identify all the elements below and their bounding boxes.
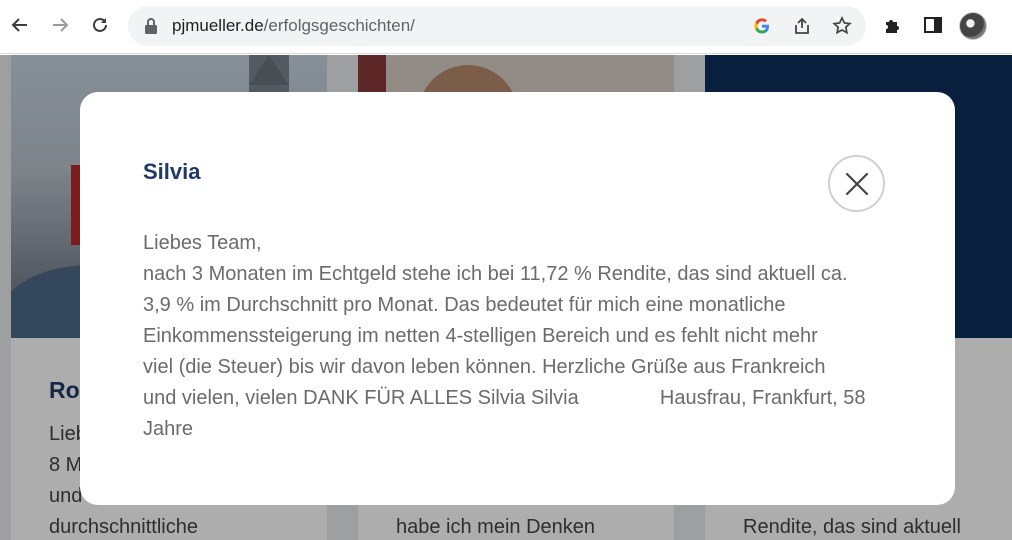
close-icon — [845, 172, 868, 195]
modal-text-segment: und vielen, vielen DANK FÜR ALLES Silvia… — [143, 387, 579, 409]
modal-text-line: Liebes Team, — [143, 232, 262, 254]
modal-text-line: Jahre — [143, 418, 194, 440]
lock-icon[interactable] — [144, 17, 158, 35]
redaction-block — [584, 388, 655, 409]
google-icon[interactable] — [752, 16, 772, 36]
testimonial-modal: Silvia Liebes Team, nach 3 Monaten im Ec… — [80, 92, 955, 505]
star-icon[interactable] — [832, 16, 852, 36]
modal-text-line: nach 3 Monaten im Echtgeld stehe ich bei… — [143, 263, 848, 285]
modal-text-line: und vielen, vielen DANK FÜR ALLES Silvia… — [143, 383, 903, 414]
side-panel-icon[interactable] — [922, 14, 944, 36]
modal-text-line: 3,9 % im Durchschnitt pro Monat. Das bed… — [143, 294, 786, 316]
modal-text-line: viel (die Steuer) bis wir davon leben kö… — [143, 356, 826, 378]
close-button[interactable] — [828, 155, 885, 212]
url-text[interactable]: pjmueller.de/erfolgsgeschichten/ — [172, 16, 415, 36]
modal-text-segment: Hausfrau, Frankfurt, 58 — [659, 387, 866, 409]
extensions-icon[interactable] — [882, 14, 904, 36]
back-arrow-icon[interactable] — [6, 11, 34, 39]
modal-text-line: Einkommenssteigerung im netten 4-stellig… — [143, 325, 818, 347]
browser-toolbar: pjmueller.de/erfolgsgeschichten/ ⋮ — [0, 0, 1012, 54]
profile-avatar[interactable] — [959, 12, 987, 40]
reload-icon[interactable] — [86, 11, 114, 39]
share-icon[interactable] — [792, 16, 812, 36]
modal-title: Silvia — [143, 159, 201, 184]
modal-body: Liebes Team, nach 3 Monaten im Echtgeld … — [143, 228, 903, 445]
forward-arrow-icon[interactable] — [46, 11, 74, 39]
menu-icon[interactable]: ⋮ — [1004, 16, 1012, 36]
address-bar[interactable]: pjmueller.de/erfolgsgeschichten/ — [128, 6, 866, 46]
